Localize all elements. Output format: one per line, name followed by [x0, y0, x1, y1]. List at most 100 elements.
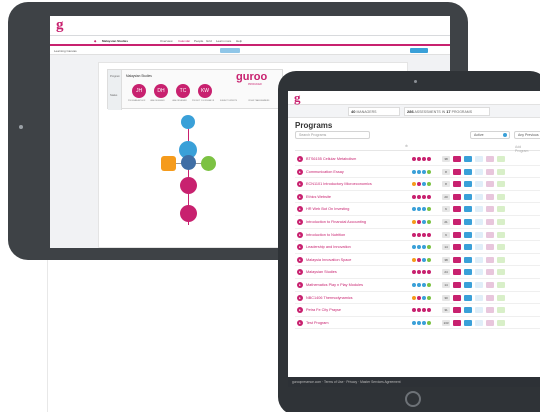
- assessment-count[interactable]: 14: [442, 281, 450, 288]
- status-badge[interactable]: [464, 244, 472, 251]
- assessment-count[interactable]: 38: [442, 156, 450, 162]
- status-badge[interactable]: [497, 319, 505, 326]
- status-badge[interactable]: [464, 307, 472, 314]
- sort-filter[interactable]: Any Previous: [514, 131, 540, 139]
- assessment-node[interactable]: [181, 115, 195, 129]
- program-name-link[interactable]: ECN1101 Introductory Microeconomics: [306, 182, 372, 186]
- status-badge[interactable]: [497, 269, 505, 276]
- program-name-link[interactable]: Ethics Website: [306, 195, 331, 199]
- table-row[interactable]: ▸ Malaysia Innovation Space 38: [295, 254, 540, 267]
- status-badge[interactable]: [497, 193, 505, 200]
- status-badge[interactable]: [453, 168, 461, 175]
- status-badge[interactable]: [464, 294, 472, 301]
- assessment-count[interactable]: 133: [442, 319, 450, 326]
- assessment-node[interactable]: [180, 205, 197, 222]
- nav-item[interactable]: Overview: [160, 39, 173, 43]
- avatar[interactable]: DH: [154, 84, 168, 98]
- status-badge[interactable]: [475, 307, 483, 314]
- table-row[interactable]: ▸ NBC1406 Thermodynamics 30: [295, 292, 540, 305]
- status-badge[interactable]: [486, 319, 494, 326]
- assessment-count[interactable]: 20: [442, 193, 450, 200]
- table-row[interactable]: ▸ Mathematics Play n Play Modules 14: [295, 279, 540, 292]
- avatar[interactable]: JH: [132, 84, 146, 98]
- assessment-count[interactable]: 8: [442, 168, 450, 175]
- assessment-node[interactable]: [181, 155, 196, 170]
- program-name-link[interactable]: HR Web Bot On Investing: [306, 207, 349, 211]
- status-badge[interactable]: [486, 156, 494, 162]
- status-badge[interactable]: [475, 181, 483, 188]
- table-row[interactable]: ▸ Ethics Website 20: [295, 191, 540, 204]
- status-badge[interactable]: [486, 256, 494, 263]
- nav-item[interactable]: Grid: [206, 39, 212, 43]
- status-badge[interactable]: [475, 244, 483, 251]
- avatar[interactable]: KW: [198, 84, 212, 98]
- status-badge[interactable]: [486, 206, 494, 213]
- nav-item[interactable]: Calendar: [178, 39, 190, 43]
- status-badge[interactable]: [453, 269, 461, 276]
- table-row[interactable]: ▸ Test Program 133: [295, 317, 540, 330]
- program-name-link[interactable]: Test Program: [306, 321, 329, 325]
- status-badge[interactable]: [497, 231, 505, 238]
- table-row[interactable]: ▸ Introduction to Nutrition 9: [295, 229, 540, 242]
- status-badge[interactable]: [497, 156, 505, 162]
- program-name-link[interactable]: Mathematics Play n Play Modules: [306, 283, 363, 287]
- table-row[interactable]: ▸ Communication Essay 8: [295, 166, 540, 179]
- assessment-node[interactable]: [180, 177, 197, 194]
- status-badge[interactable]: [464, 319, 472, 326]
- status-badge[interactable]: [453, 156, 461, 162]
- status-badge[interactable]: [475, 281, 483, 288]
- footer-links[interactable]: guroopresence.com · Terms of Use · Priva…: [292, 380, 401, 384]
- assessment-count[interactable]: 24: [442, 269, 450, 276]
- status-badge[interactable]: [475, 206, 483, 213]
- status-badge[interactable]: [486, 269, 494, 276]
- status-badge[interactable]: [486, 307, 494, 314]
- status-badge[interactable]: [464, 256, 472, 263]
- status-badge[interactable]: [453, 256, 461, 263]
- assessment-count[interactable]: 31: [442, 307, 450, 314]
- status-badge[interactable]: [475, 193, 483, 200]
- status-badge[interactable]: [475, 256, 483, 263]
- table-row[interactable]: ▸ Leadership and Innovation 14: [295, 241, 540, 254]
- view-toggle[interactable]: [220, 48, 240, 53]
- status-badge[interactable]: [464, 193, 472, 200]
- table-row[interactable]: ▸ ECN1101 Introductory Microeconomics 8: [295, 178, 540, 191]
- status-badge[interactable]: [453, 244, 461, 251]
- status-badge[interactable]: [475, 168, 483, 175]
- status-badge[interactable]: [497, 307, 505, 314]
- status-badge[interactable]: [497, 294, 505, 301]
- status-badge[interactable]: [453, 193, 461, 200]
- table-row[interactable]: ▸ HR Web Bot On Investing 6: [295, 203, 540, 216]
- status-badge[interactable]: [497, 256, 505, 263]
- assessment-node[interactable]: [201, 156, 216, 171]
- action-button[interactable]: [410, 48, 428, 53]
- guroo-logo[interactable]: g: [56, 17, 64, 34]
- program-name-link[interactable]: Communication Essay: [306, 170, 344, 174]
- assessment-count[interactable]: 30: [442, 294, 450, 301]
- status-badge[interactable]: [497, 244, 505, 251]
- assessment-count[interactable]: 38: [442, 256, 450, 263]
- assessment-count[interactable]: 14: [442, 244, 450, 251]
- status-badge[interactable]: [486, 281, 494, 288]
- status-badge[interactable]: [486, 218, 494, 225]
- assessment-count[interactable]: 8: [442, 181, 450, 188]
- assessment-count[interactable]: 6: [442, 206, 450, 213]
- status-badge[interactable]: [475, 231, 483, 238]
- status-badge[interactable]: [453, 218, 461, 225]
- status-badge[interactable]: [475, 319, 483, 326]
- status-badge[interactable]: [464, 231, 472, 238]
- assessment-node[interactable]: [161, 156, 176, 171]
- program-name-link[interactable]: Leadership and Innovation: [306, 245, 351, 249]
- status-badge[interactable]: [453, 307, 461, 314]
- nav-item[interactable]: Help: [236, 39, 242, 43]
- guroo-logo[interactable]: g: [294, 91, 301, 106]
- home-button[interactable]: [405, 391, 421, 407]
- status-badge[interactable]: [497, 168, 505, 175]
- status-badge[interactable]: [453, 231, 461, 238]
- program-name-link[interactable]: Petra Fe City Prayse: [306, 308, 341, 312]
- table-row[interactable]: ▸ BTS6155 Cellular Metabolism 38: [295, 153, 540, 166]
- assessment-count[interactable]: 21: [442, 218, 450, 225]
- status-badge[interactable]: [464, 156, 472, 162]
- status-badge[interactable]: [486, 193, 494, 200]
- search-input[interactable]: Search Programs: [295, 131, 370, 139]
- status-badge[interactable]: [464, 218, 472, 225]
